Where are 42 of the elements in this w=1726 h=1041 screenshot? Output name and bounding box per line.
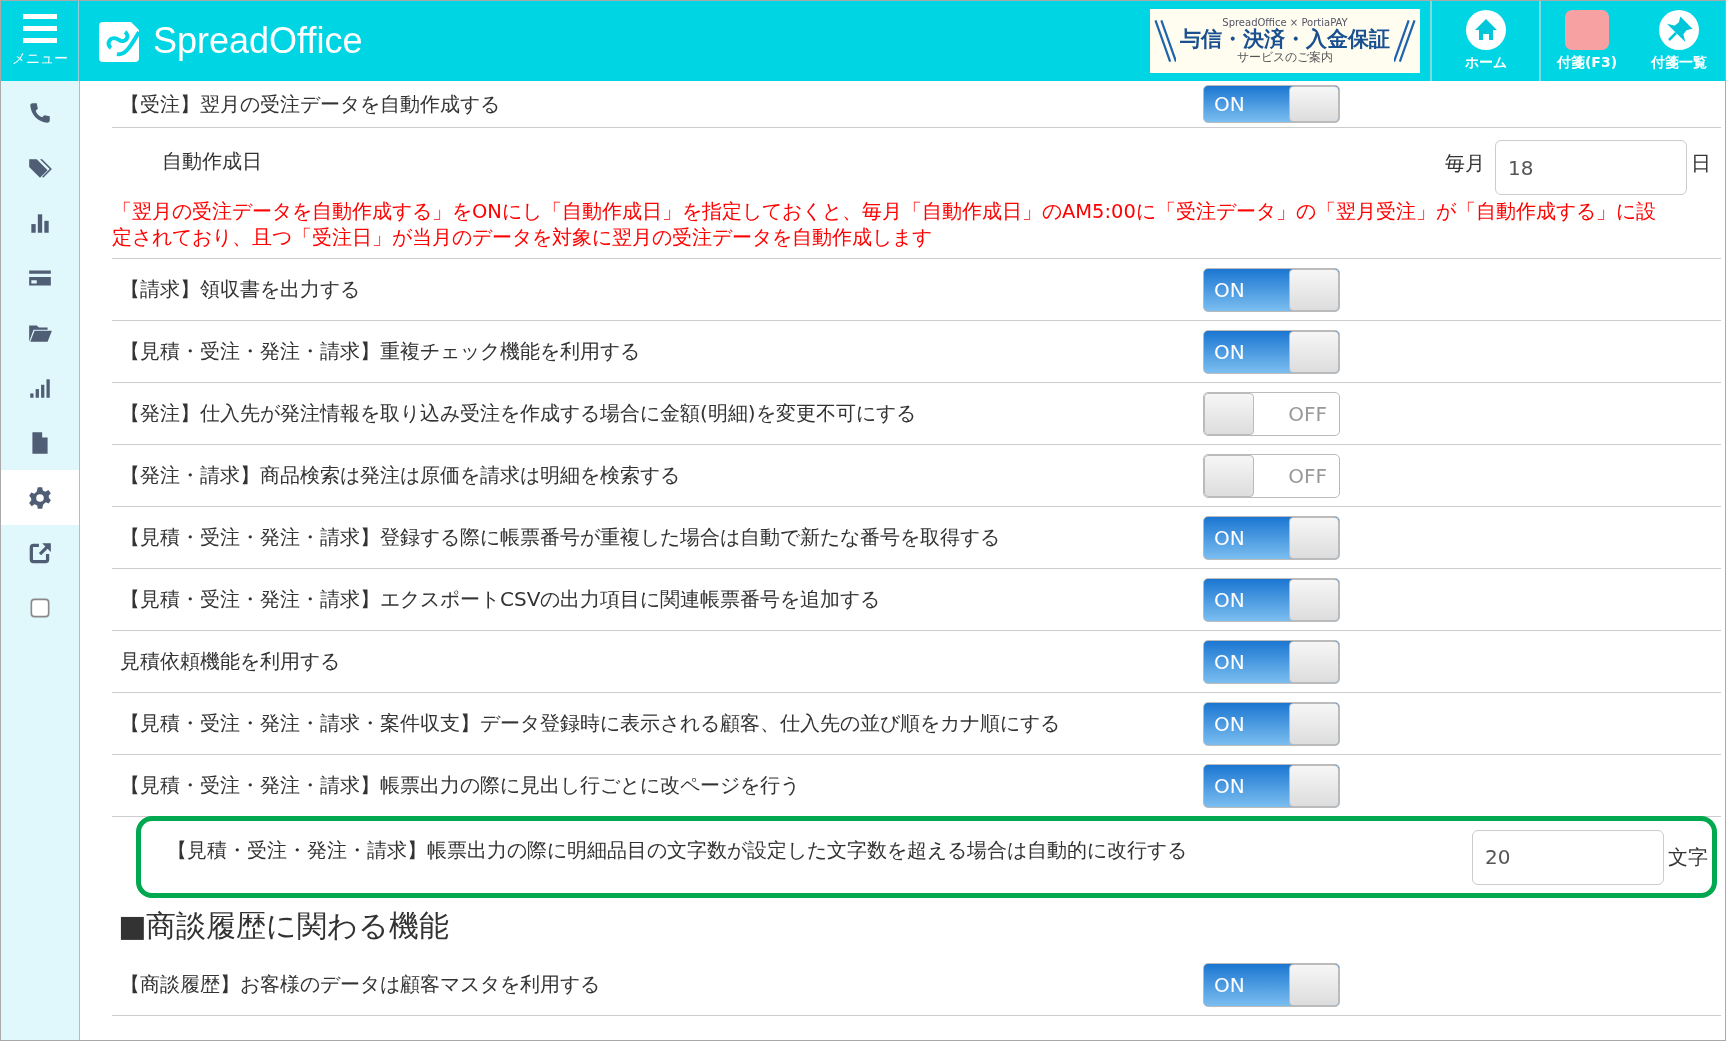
setting-label: 見積依頼機能を利用する [119, 648, 341, 675]
toggle-switch[interactable]: ON [1203, 639, 1340, 684]
toggle-switch[interactable]: ON [1203, 515, 1340, 560]
field-suffix: 文字 [1667, 843, 1709, 871]
toggle-switch[interactable]: ON [1203, 763, 1340, 808]
toggle-switch[interactable]: ON [1203, 962, 1340, 1007]
toggle-switch[interactable]: OFF [1203, 391, 1340, 436]
toggle-switch[interactable]: ON [1203, 577, 1340, 622]
toggle-switch[interactable]: ON [1203, 329, 1340, 374]
char-count-field[interactable]: 20 [1472, 829, 1664, 885]
toggle-switch[interactable]: ON [1203, 85, 1340, 123]
setting-label: 【発注・請求】商品検索は発注は原価を請求は明細を検索する [119, 462, 681, 489]
note-text: 「翌月の受注データを自動作成する」をONにし「自動作成日」を指定しておくと、毎月「自動作成日」のAM5:00に「受注データ」の「翌月受注」が「自動作成する」に設定されており、且つ「受注日」が当月のデータを対象に翌月の受注データを自動作成します [112, 198, 1657, 251]
setting-label: 【受注】翌月の受注データを自動作成する [119, 90, 501, 118]
field-prefix: 毎月 [1445, 150, 1485, 177]
setting-label: 【見積・受注・発注・請求・案件収支】データ登録時に表示される顧客、仕入先の並び順をカナ順にする [119, 710, 1061, 737]
sticky-button[interactable]: 付箋(F3) [1541, 1, 1633, 81]
setting-label: 自動作成日 [161, 148, 263, 175]
setting-label: 【見積・受注・発注・請求】帳票出力の際に見出し行ごとに改ページを行う [119, 772, 801, 799]
day-input-field[interactable]: 18 [1495, 140, 1687, 195]
section-heading: ■商談履歴に関わる機能 [117, 906, 451, 945]
setting-label: 【見積・受注・発注・請求】重複チェック機能を利用する [119, 338, 641, 365]
toggle-switch[interactable]: ON [1203, 701, 1340, 746]
setting-label: 【見積・受注・発注・請求】エクスポートCSVの出力項目に関連帳票番号を追加する [119, 586, 882, 613]
menu-icon [22, 14, 57, 44]
toggle-switch[interactable]: OFF [1203, 453, 1340, 498]
setting-label: 【見積・受注・発注・請求】帳票出力の際に明細品目の文字数が設定した文字数を超える場合は自動的に改行する [166, 837, 1188, 864]
setting-label: 【商談履歴】お客様のデータは顧客マスタを利用する [119, 971, 601, 998]
sticky-note-icon [1565, 10, 1609, 50]
field-suffix: 日 [1690, 150, 1712, 177]
logo-text: SpreadOffice [153, 20, 363, 62]
setting-label: 【見積・受注・発注・請求】登録する際に帳票番号が重複した場合は自動で新たな番号を取得する [119, 524, 1001, 551]
setting-label: 【発注】仕入先が発注情報を取り込み受注を作成する場合に金額(明細)を変更不可にする [119, 400, 917, 427]
home-button[interactable]: ホーム [1432, 1, 1539, 81]
setting-label: 【請求】領収書を出力する [119, 276, 361, 303]
sidebar-item[interactable] [1, 470, 79, 525]
pin-icon [1659, 10, 1699, 50]
banner-ad[interactable]: SpreadOffice × PortiaPAY 与信・決済・入金保証 サービスのご案内 [1150, 9, 1420, 73]
settings-icon [27, 484, 53, 511]
toggle-switch[interactable]: ON [1203, 267, 1340, 312]
sticky-list-button[interactable]: 付箋一覧 [1633, 1, 1725, 81]
home-icon [1465, 10, 1506, 50]
